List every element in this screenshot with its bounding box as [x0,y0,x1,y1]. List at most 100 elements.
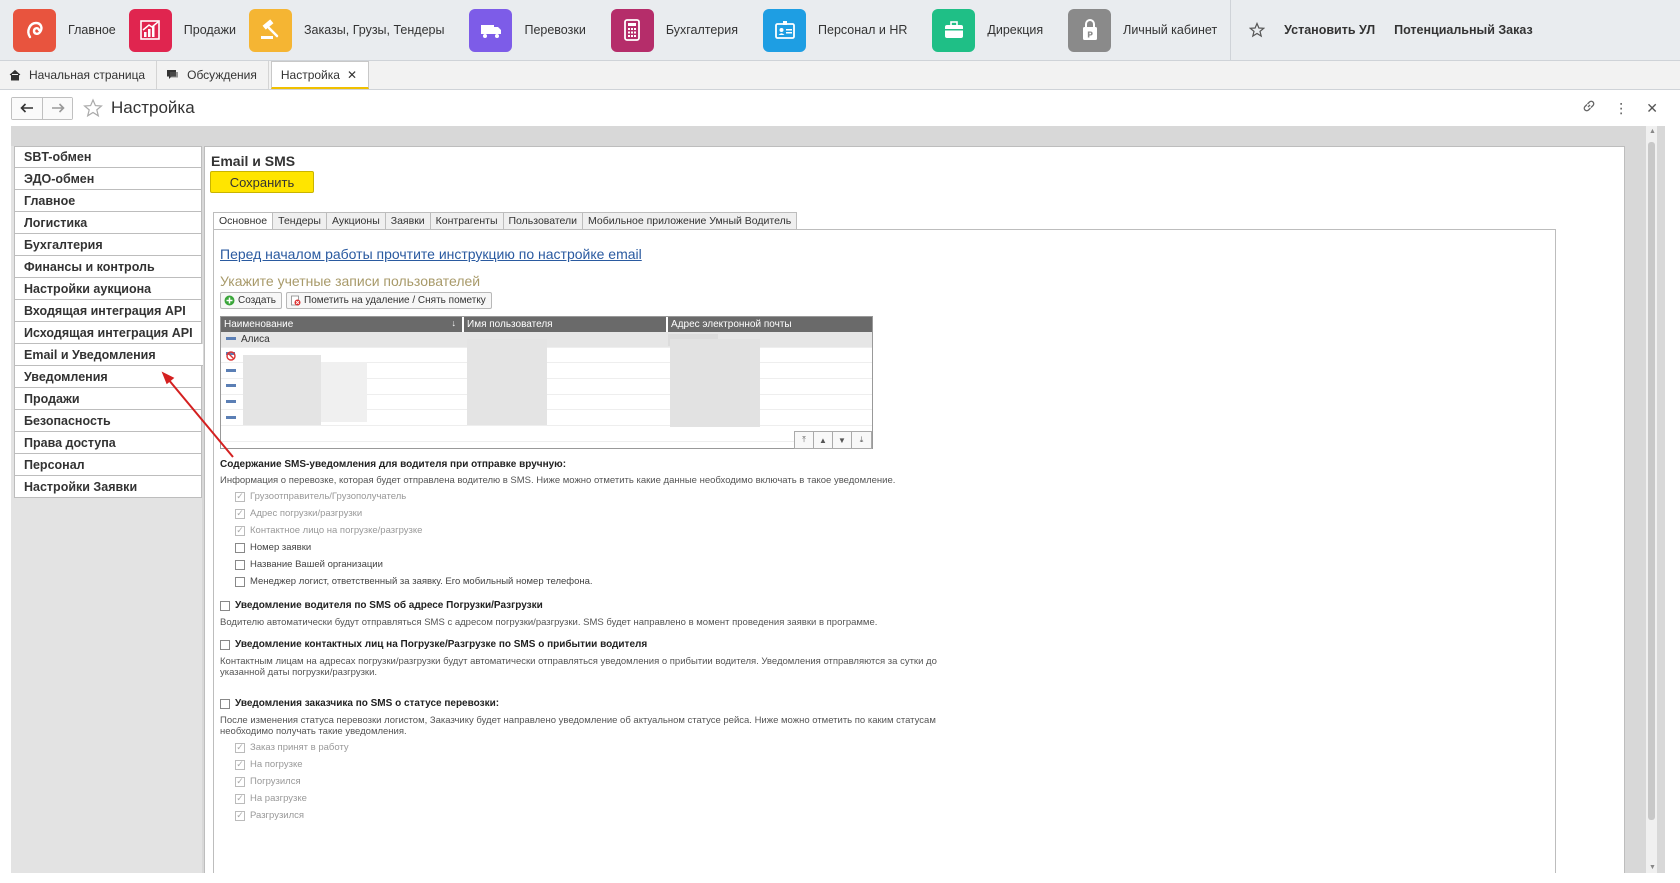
option-label: Менеджер логист, ответственный за заявку… [250,576,593,587]
module-transport[interactable]: Перевозки [444,0,586,61]
column-header-username[interactable]: Имя пользователя [464,317,668,332]
prev-page-icon[interactable]: ▲ [814,432,833,448]
tab-home[interactable]: Начальная страница [0,61,158,89]
nav-item[interactable]: Безопасность [14,410,202,432]
nav-item[interactable]: Права доступа [14,432,202,454]
driver-notify-toggle[interactable]: Уведомление водителя по SMS об адресе По… [220,600,543,611]
nav-item[interactable]: Входящая интеграция API [14,300,202,322]
module-accounting[interactable]: Бухгалтерия [586,0,738,61]
checkbox-checked[interactable]: ✓ [235,525,245,536]
checkbox-checked[interactable]: ✓ [235,776,245,787]
nav-item[interactable]: Настройки аукциона [14,278,202,300]
sms-option[interactable]: Менеджер логист, ответственный за заявку… [235,576,593,587]
checkbox[interactable] [235,559,245,570]
chat-icon [166,69,179,81]
mark-delete-button[interactable]: Пометить на удаление / Снять пометку [286,292,492,309]
scroll-down-icon[interactable]: ▼ [1649,864,1656,871]
nav-item[interactable]: Финансы и контроль [14,256,202,278]
form-actions: ⋮ ✕ [1582,99,1658,116]
tab-auctions[interactable]: Аукционы [326,212,386,230]
forward-button[interactable] [42,97,72,119]
module-direction[interactable]: Дирекция [907,0,1043,61]
sms-option[interactable]: Номер заявки [235,542,311,553]
tab-tenders[interactable]: Тендеры [273,212,327,230]
vertical-scrollbar[interactable]: ▲ ▼ [1646,126,1657,873]
row-name: Алиса [241,333,270,345]
status-option[interactable]: ✓ На разгрузке [235,793,307,804]
instruction-link[interactable]: Перед началом работы прочтите инструкцию… [220,246,642,262]
nav-item[interactable]: Бухгалтерия [14,234,202,256]
star-icon[interactable] [1249,22,1266,38]
nav-item[interactable]: Персонал [14,454,202,476]
module-sales[interactable]: Продажи [116,0,236,61]
close-form-icon[interactable]: ✕ [1646,100,1658,116]
nav-item[interactable]: Главное [14,190,202,212]
status-option[interactable]: ✓ Заказ принят в работу [235,742,349,753]
contacts-notify-title: Уведомление контактных лиц на Погрузке/Р… [235,639,648,650]
nav-item[interactable]: Настройки Заявки [14,476,202,498]
tab-requests[interactable]: Заявки [385,212,431,230]
arrow-right-icon [51,103,65,113]
sms-option[interactable]: Название Вашей организации [235,559,383,570]
checkbox[interactable] [220,698,230,709]
checkbox-checked[interactable]: ✓ [235,742,245,753]
create-button[interactable]: Создать [220,292,283,309]
nav-item[interactable]: Продажи [14,388,202,410]
column-header-email[interactable]: Адрес электронной почты [668,317,872,332]
module-hr[interactable]: Персонал и HR [738,0,907,61]
nav-item[interactable]: Уведомления [14,366,202,388]
checkbox[interactable] [220,639,230,650]
tab-users[interactable]: Пользователи [503,212,584,230]
favorite-star-icon[interactable] [83,98,103,118]
nav-item[interactable]: ЭДО-обмен [14,168,202,190]
last-page-icon[interactable]: ⤓ [852,432,871,448]
checkbox-checked[interactable]: ✓ [235,810,245,821]
checkbox[interactable] [235,542,245,553]
page-title: Настройка [111,98,195,117]
module-orders[interactable]: Заказы, Грузы, Тендеры [236,0,444,61]
tab-label: Обсуждения [187,68,257,82]
checkbox-checked[interactable]: ✓ [235,508,245,519]
module-label: Заказы, Грузы, Тендеры [303,23,445,37]
tab-discussions[interactable]: Обсуждения [157,61,269,89]
next-page-icon[interactable]: ▼ [833,432,852,448]
nav-item[interactable]: SBT-обмен [14,146,202,168]
module-label: Бухгалтерия [665,23,739,37]
first-page-icon[interactable]: ⤒ [795,432,814,448]
checkbox-checked[interactable]: ✓ [235,759,245,770]
sms-option[interactable]: ✓ Грузоотправитель/Грузополучатель [235,491,406,502]
nav-item[interactable]: Исходящая интеграция API [14,322,202,344]
install-ul-link[interactable]: Установить УЛ [1284,23,1375,37]
status-option[interactable]: ✓ На погрузке [235,759,303,770]
checkbox[interactable] [235,576,245,587]
contacts-notify-toggle[interactable]: Уведомление контактных лиц на Погрузке/Р… [220,639,647,650]
tab-settings[interactable]: Настройка ✕ [270,61,369,89]
save-button[interactable]: Сохранить [210,171,314,193]
table-row[interactable] [221,426,872,442]
scroll-up-icon[interactable]: ▲ [1649,128,1656,135]
customer-notify-toggle[interactable]: Уведомления заказчика по SMS о статусе п… [220,698,499,709]
gavel-icon [248,8,292,52]
link-icon[interactable] [1582,99,1596,116]
nav-item[interactable]: Логистика [14,212,202,234]
back-button[interactable] [12,97,42,119]
column-header-name[interactable]: Наименование ↓ [221,317,464,332]
tab-main[interactable]: Основное [213,212,274,230]
tab-mobile-app[interactable]: Мобильное приложение Умный Водитель [583,212,798,230]
nav-item-email-active[interactable]: Email и Уведомления [14,344,203,366]
module-main[interactable]: Главное [0,0,116,61]
svg-text:P: P [1087,31,1093,40]
sms-option[interactable]: ✓ Адрес погрузки/разгрузки [235,508,362,519]
close-icon[interactable]: ✕ [347,68,357,82]
checkbox[interactable] [220,600,230,611]
sms-option[interactable]: ✓ Контактное лицо на погрузке/разгрузке [235,525,422,536]
scrollbar-thumb[interactable] [1648,142,1655,820]
more-icon[interactable]: ⋮ [1614,100,1628,116]
potential-order-link[interactable]: Потенциальный Заказ [1394,23,1533,37]
checkbox-checked[interactable]: ✓ [235,491,245,502]
status-option[interactable]: ✓ Разгрузился [235,810,304,821]
checkbox-checked[interactable]: ✓ [235,793,245,804]
tab-contractors[interactable]: Контрагенты [430,212,504,230]
status-option[interactable]: ✓ Погрузился [235,776,301,787]
module-cabinet[interactable]: P Личный кабинет [1043,0,1217,61]
